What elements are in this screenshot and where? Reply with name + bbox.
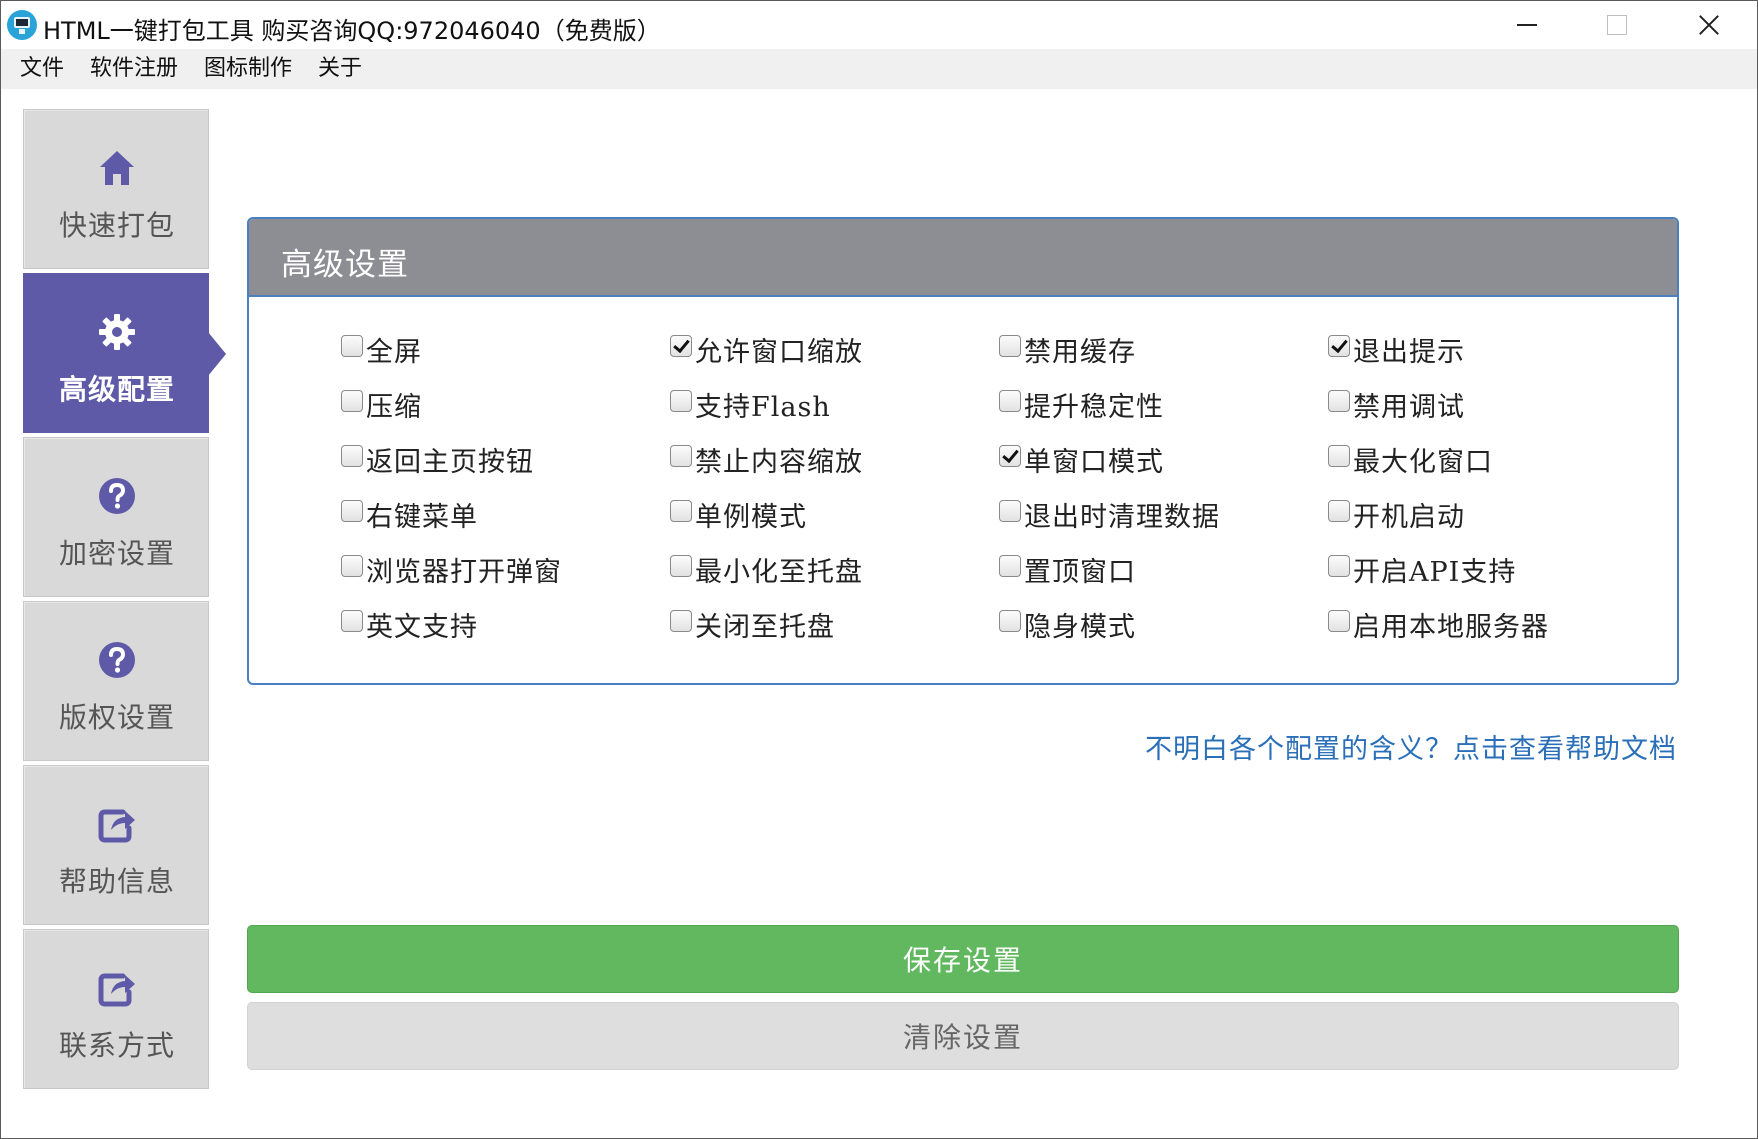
- option-stealth-mode[interactable]: 隐身模式: [999, 606, 1136, 643]
- gear-icon: [99, 314, 135, 350]
- sidebar-item-advanced-config[interactable]: 高级配置: [23, 273, 226, 433]
- save-settings-button[interactable]: 保存设置: [247, 925, 1679, 993]
- menu-file[interactable]: 文件: [7, 49, 77, 89]
- panel-title: 高级设置: [281, 247, 409, 283]
- option-minimize-to-tray[interactable]: 最小化至托盘: [670, 551, 863, 588]
- checkbox[interactable]: [670, 500, 692, 522]
- sidebar: 快速打包 高级配置 加密设置 版权设置 帮助信息 联系方式: [23, 109, 226, 1091]
- checkbox[interactable]: [999, 555, 1021, 577]
- sidebar-item-label: 快速打包: [58, 209, 175, 242]
- checkbox[interactable]: [1328, 610, 1350, 632]
- option-api-support[interactable]: 开启API支持: [1328, 551, 1516, 588]
- option-flash-support[interactable]: 支持Flash: [670, 386, 831, 423]
- home-icon: [100, 151, 134, 185]
- option-clear-data-on-exit[interactable]: 退出时清理数据: [999, 496, 1220, 533]
- menu-icon-maker[interactable]: 图标制作: [191, 49, 305, 89]
- option-fullscreen[interactable]: 全屏: [341, 331, 422, 368]
- help-docs-link[interactable]: 不明白各个配置的含义？点击查看帮助文档: [1145, 727, 1677, 766]
- maximize-button[interactable]: [1571, 1, 1663, 49]
- menu-about[interactable]: 关于: [305, 49, 375, 89]
- checkbox[interactable]: [1328, 555, 1350, 577]
- sidebar-item-label: 帮助信息: [58, 865, 175, 898]
- checkbox[interactable]: [999, 335, 1021, 357]
- option-autostart[interactable]: 开机启动: [1328, 496, 1465, 533]
- checkbox[interactable]: [341, 390, 363, 412]
- option-exit-prompt[interactable]: 退出提示: [1328, 331, 1465, 368]
- sidebar-item-copyright[interactable]: 版权设置: [23, 601, 209, 761]
- sidebar-item-label: 加密设置: [58, 537, 175, 570]
- checkbox[interactable]: [999, 610, 1021, 632]
- option-compress[interactable]: 压缩: [341, 386, 422, 423]
- sidebar-item-help-info[interactable]: 帮助信息: [23, 765, 209, 925]
- sidebar-item-label: 高级配置: [58, 373, 175, 406]
- option-local-server[interactable]: 启用本地服务器: [1328, 606, 1549, 643]
- checkbox[interactable]: [1328, 390, 1350, 412]
- share-icon: [98, 973, 135, 1007]
- checkbox[interactable]: [341, 335, 363, 357]
- checkbox[interactable]: [999, 390, 1021, 412]
- close-button[interactable]: [1663, 1, 1755, 49]
- maximize-icon: [1607, 15, 1627, 35]
- sidebar-item-label: 联系方式: [58, 1029, 175, 1062]
- option-always-on-top[interactable]: 置顶窗口: [999, 551, 1136, 588]
- minimize-button[interactable]: [1481, 1, 1573, 49]
- sidebar-item-quick-pack[interactable]: 快速打包: [23, 109, 209, 269]
- panel-header: 高级设置: [249, 219, 1677, 297]
- option-singleton-mode[interactable]: 单例模式: [670, 496, 807, 533]
- option-browser-popups[interactable]: 浏览器打开弹窗: [341, 551, 562, 588]
- checkbox[interactable]: [1328, 445, 1350, 467]
- advanced-settings-panel: 高级设置 全屏 允许窗口缩放 禁用缓存 退出提示 压缩 支持Flash 提升稳定…: [247, 217, 1679, 685]
- title-bar[interactable]: HTML一键打包工具 购买咨询QQ:972046040（免费版）: [1, 1, 1757, 49]
- menu-register[interactable]: 软件注册: [77, 49, 191, 89]
- option-english-support[interactable]: 英文支持: [341, 606, 478, 643]
- sidebar-item-label: 版权设置: [58, 701, 175, 734]
- menu-bar: 文件 软件注册 图标制作 关于: [1, 49, 1757, 89]
- question-circle-icon: [99, 642, 135, 678]
- checkbox[interactable]: [999, 445, 1021, 467]
- question-circle-icon: [99, 478, 135, 514]
- checkbox[interactable]: [999, 500, 1021, 522]
- checkbox[interactable]: [341, 445, 363, 467]
- checkbox[interactable]: [670, 555, 692, 577]
- checkbox[interactable]: [341, 610, 363, 632]
- checkbox[interactable]: [1328, 335, 1350, 357]
- option-improve-stability[interactable]: 提升稳定性: [999, 386, 1164, 423]
- option-maximize-window[interactable]: 最大化窗口: [1328, 441, 1493, 478]
- app-monitor-icon: [7, 10, 37, 40]
- checkbox[interactable]: [341, 500, 363, 522]
- share-icon: [98, 809, 135, 843]
- minimize-icon: [1517, 24, 1537, 26]
- checkbox[interactable]: [1328, 500, 1350, 522]
- checkbox[interactable]: [670, 335, 692, 357]
- checkbox[interactable]: [670, 610, 692, 632]
- clear-settings-button[interactable]: 清除设置: [247, 1002, 1679, 1070]
- option-single-window-mode[interactable]: 单窗口模式: [999, 441, 1164, 478]
- checkbox[interactable]: [670, 445, 692, 467]
- option-disable-cache[interactable]: 禁用缓存: [999, 331, 1136, 368]
- option-disable-debug[interactable]: 禁用调试: [1328, 386, 1465, 423]
- option-context-menu[interactable]: 右键菜单: [341, 496, 478, 533]
- app-window: HTML一键打包工具 购买咨询QQ:972046040（免费版） 文件 软件注册…: [0, 0, 1758, 1139]
- close-icon: [1698, 14, 1720, 36]
- option-disable-content-zoom[interactable]: 禁止内容缩放: [670, 441, 863, 478]
- option-home-button[interactable]: 返回主页按钮: [341, 441, 534, 478]
- option-allow-window-resize[interactable]: 允许窗口缩放: [670, 331, 863, 368]
- checkbox[interactable]: [341, 555, 363, 577]
- window-title: HTML一键打包工具 购买咨询QQ:972046040（免费版）: [43, 17, 661, 45]
- sidebar-item-contact[interactable]: 联系方式: [23, 929, 209, 1089]
- checkbox[interactable]: [670, 390, 692, 412]
- sidebar-item-encryption[interactable]: 加密设置: [23, 437, 209, 597]
- option-close-to-tray[interactable]: 关闭至托盘: [670, 606, 835, 643]
